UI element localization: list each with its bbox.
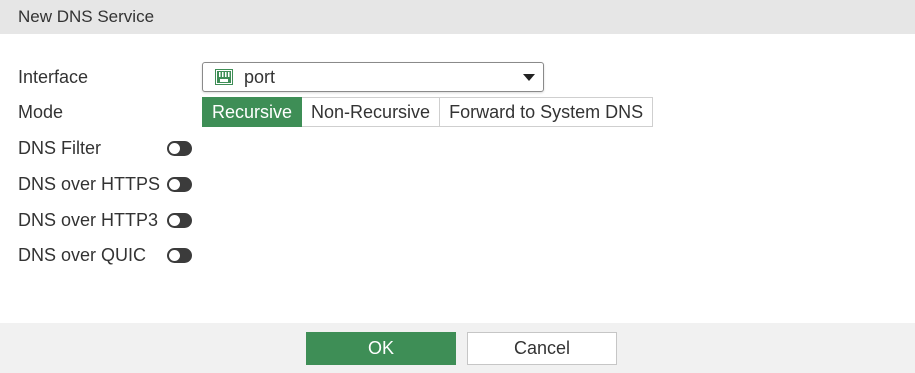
mode-option-recursive[interactable]: Recursive (202, 97, 303, 127)
mode-label: Mode (18, 102, 64, 122)
dns-over-http3-toggle[interactable] (167, 213, 192, 228)
mode-option-non-recursive[interactable]: Non-Recursive (302, 97, 441, 127)
toggle-knob (169, 179, 180, 190)
toggle-knob (169, 250, 180, 261)
network-port-icon (215, 69, 233, 85)
interface-label: Interface (18, 67, 89, 87)
mode-selector: Recursive Non-Recursive Forward to Syste… (202, 97, 654, 127)
mode-option-forward-to-system-dns[interactable]: Forward to System DNS (440, 97, 654, 127)
ok-button[interactable]: OK (306, 332, 456, 365)
cancel-button[interactable]: Cancel (467, 332, 617, 365)
dns-filter-label: DNS Filter (18, 138, 102, 158)
toggle-knob (169, 215, 180, 226)
dns-over-quic-toggle[interactable] (167, 248, 192, 263)
interface-select-value: port (244, 66, 276, 87)
dns-over-http3-label: DNS over HTTP3 (18, 210, 159, 230)
dialog-title: New DNS Service (18, 7, 155, 26)
dialog-footer: OK Cancel (0, 323, 915, 373)
dialog-header: New DNS Service (0, 0, 915, 34)
dns-over-https-label: DNS over HTTPS (18, 174, 161, 194)
toggle-knob (169, 143, 180, 154)
dns-over-quic-label: DNS over QUIC (18, 245, 147, 265)
dns-filter-toggle[interactable] (167, 141, 192, 156)
dns-over-https-toggle[interactable] (167, 177, 192, 192)
caret-down-icon (523, 74, 535, 81)
interface-select[interactable]: port (202, 62, 544, 92)
